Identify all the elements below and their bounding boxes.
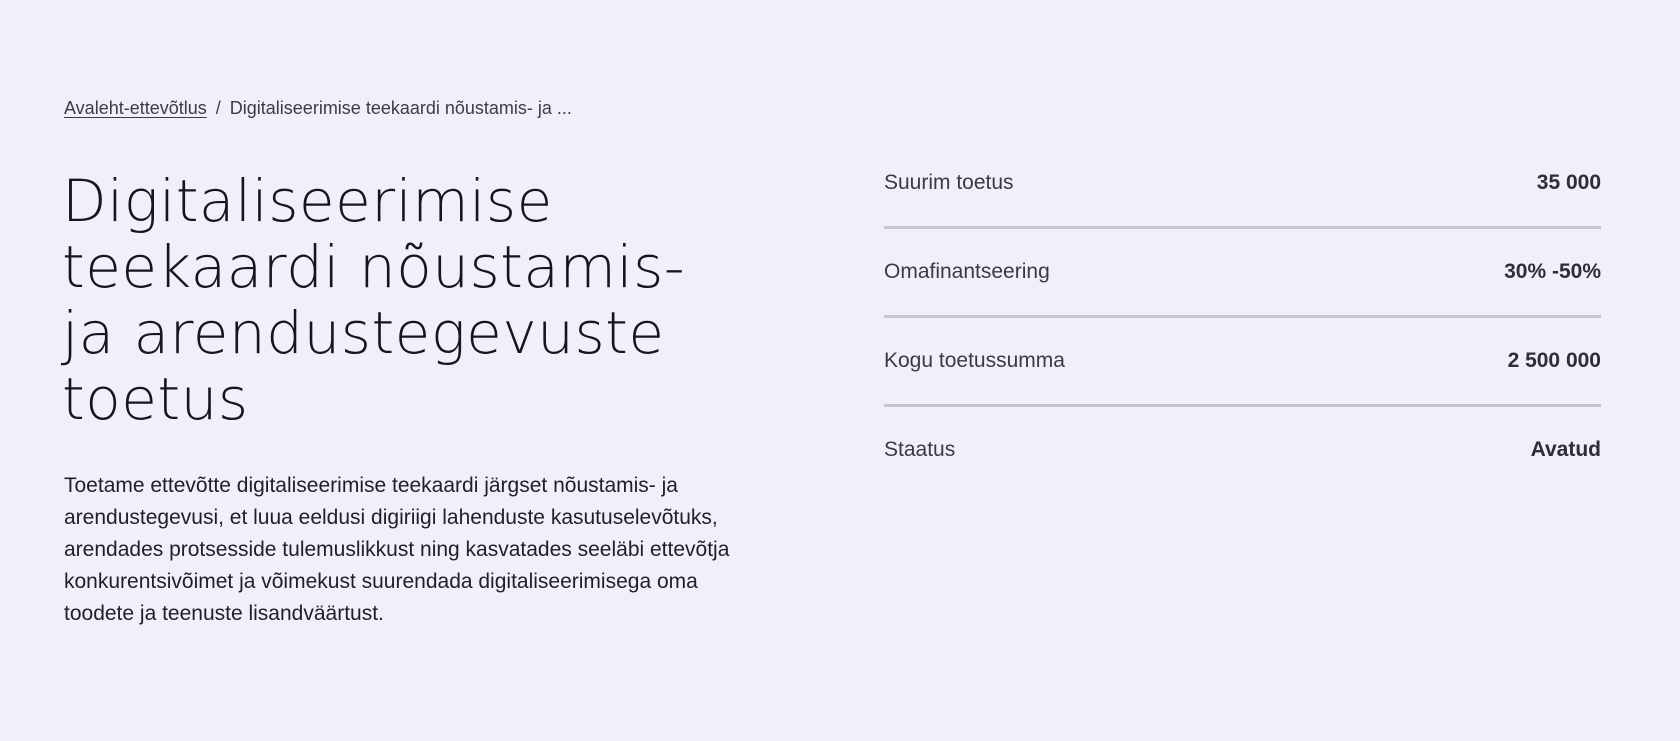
fact-label: Kogu toetussumma [884,349,1065,372]
fact-row-max-grant: Suurim toetus 35 000 [884,140,1601,229]
page-description: Toetame ettevõtte digitaliseerimise teek… [64,474,730,625]
fact-value: 35 000 [1536,171,1601,194]
fact-label: Suurim toetus [884,171,1014,194]
breadcrumb-current: Digitaliseerimise teekaardi nõustamis- j… [229,98,572,118]
fact-label: Staatus [884,438,956,461]
fact-label: Omafinantseering [884,260,1050,283]
fact-value: 2 500 000 [1507,349,1601,372]
breadcrumb-home-link[interactable]: Avaleht-ettevõtlus [64,98,207,118]
fact-row-total-budget: Kogu toetussumma 2 500 000 [884,318,1601,407]
fact-value: 30% -50% [1504,260,1601,283]
fact-row-status: Staatus Avatud [884,407,1601,493]
fact-row-self-financing: Omafinantseering 30% -50% [884,229,1601,318]
status-badge: Avatud [1530,438,1601,461]
page-title: Digitaliseerimise teekaardi nõustamis- j… [62,167,686,433]
breadcrumb: Avaleht-ettevõtlus / Digitaliseerimise tee… [64,96,572,120]
breadcrumb-separator: / [215,98,221,118]
grant-facts-list: Suurim toetus 35 000 Omafinantseering 30… [884,140,1601,493]
